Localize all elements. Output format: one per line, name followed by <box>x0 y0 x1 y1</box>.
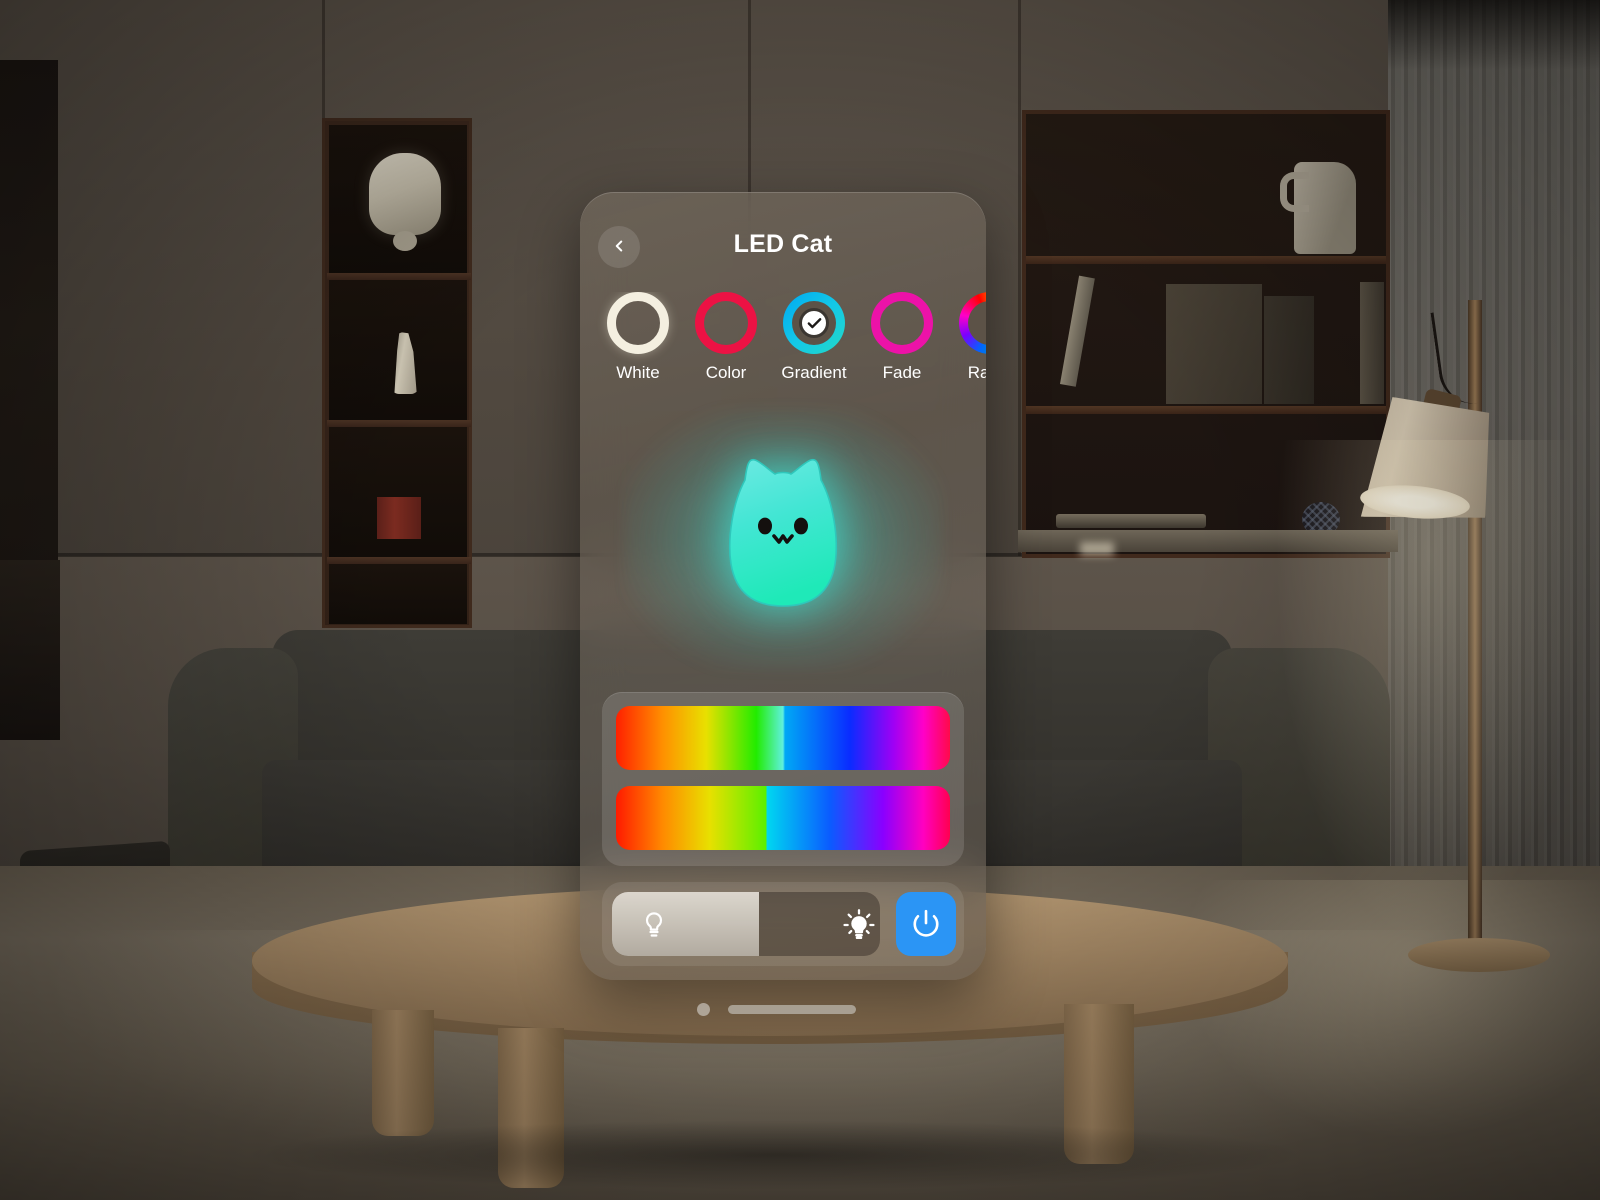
brightness-fill <box>612 892 760 956</box>
decor-slanted-book <box>1060 275 1095 387</box>
cat-night-light-icon <box>715 446 851 610</box>
shelf-divider <box>1026 406 1386 414</box>
mode-label: Rainb <box>967 363 986 382</box>
decor-book <box>1360 282 1384 404</box>
decor-book <box>1166 284 1262 404</box>
color-slider-card <box>602 692 964 866</box>
power-button[interactable] <box>896 892 956 956</box>
power-icon <box>911 908 941 941</box>
led-cat-app-panel: LED Cat White Color Gradient Fade Ra <box>580 192 986 980</box>
gradient-ring-icon <box>783 292 845 354</box>
decor-vase <box>394 332 417 394</box>
decor-round-lamp <box>369 153 441 235</box>
shelf-divider <box>327 420 471 427</box>
gradient-slider-2[interactable] <box>616 786 950 850</box>
selected-check-icon <box>799 308 829 338</box>
mode-item-white[interactable]: White <box>594 292 682 388</box>
home-bar-icon[interactable] <box>728 1005 856 1014</box>
decor-tray <box>1056 514 1206 528</box>
page-title: LED Cat <box>733 230 833 258</box>
left-doorway-lower <box>0 560 60 740</box>
mode-label: Color <box>705 363 747 382</box>
fade-ring-icon <box>871 292 933 354</box>
mode-item-gradient[interactable]: Gradient <box>770 292 858 388</box>
coffee-table-leg <box>372 1010 434 1136</box>
rainbow-ring-icon <box>959 292 986 354</box>
decor-red-book <box>377 497 421 539</box>
bulb-outline-icon <box>640 910 668 940</box>
decor-pitcher <box>1280 162 1356 254</box>
shelf-ledge-highlight <box>1080 542 1114 556</box>
control-bar <box>602 882 964 966</box>
curtain-shadow <box>1388 0 1600 70</box>
app-header: LED Cat <box>580 222 986 272</box>
bulb-bright-icon <box>842 908 876 942</box>
page-dot-icon[interactable] <box>697 1003 710 1016</box>
white-ring-icon <box>607 292 669 354</box>
shelf-divider <box>327 557 471 564</box>
brightness-slider[interactable] <box>612 892 880 956</box>
shelf-divider <box>327 273 471 280</box>
mode-item-fade[interactable]: Fade <box>858 292 946 388</box>
mode-item-color[interactable]: Color <box>682 292 770 388</box>
mode-selector[interactable]: White Color Gradient Fade Ra <box>594 292 986 388</box>
screen: LED Cat White Color Gradient Fade Ra <box>0 0 1600 1200</box>
coffee-table-shadow <box>240 1120 1310 1190</box>
shelf-cell <box>329 427 467 557</box>
shelf-cell <box>329 125 467 273</box>
color-ring-icon <box>695 292 757 354</box>
wall-seam-line <box>1018 0 1021 560</box>
device-preview <box>580 398 986 674</box>
decor-lamp-base <box>393 231 417 251</box>
shelf-divider <box>1026 256 1386 264</box>
mode-item-rainbow[interactable]: Rainb <box>946 292 986 388</box>
shelf-cell <box>329 564 467 624</box>
mode-label: White <box>616 363 660 382</box>
mode-label: Gradient <box>781 363 847 382</box>
shelf-cell <box>329 280 467 420</box>
left-shelf-niche <box>322 118 472 628</box>
decor-book <box>1264 296 1314 404</box>
right-shelf-unit <box>1022 110 1390 558</box>
gradient-slider-1[interactable] <box>616 706 950 770</box>
mode-label: Fade <box>882 363 922 382</box>
shelf-ledge <box>1018 530 1398 552</box>
floor-lamp-base <box>1408 938 1550 972</box>
